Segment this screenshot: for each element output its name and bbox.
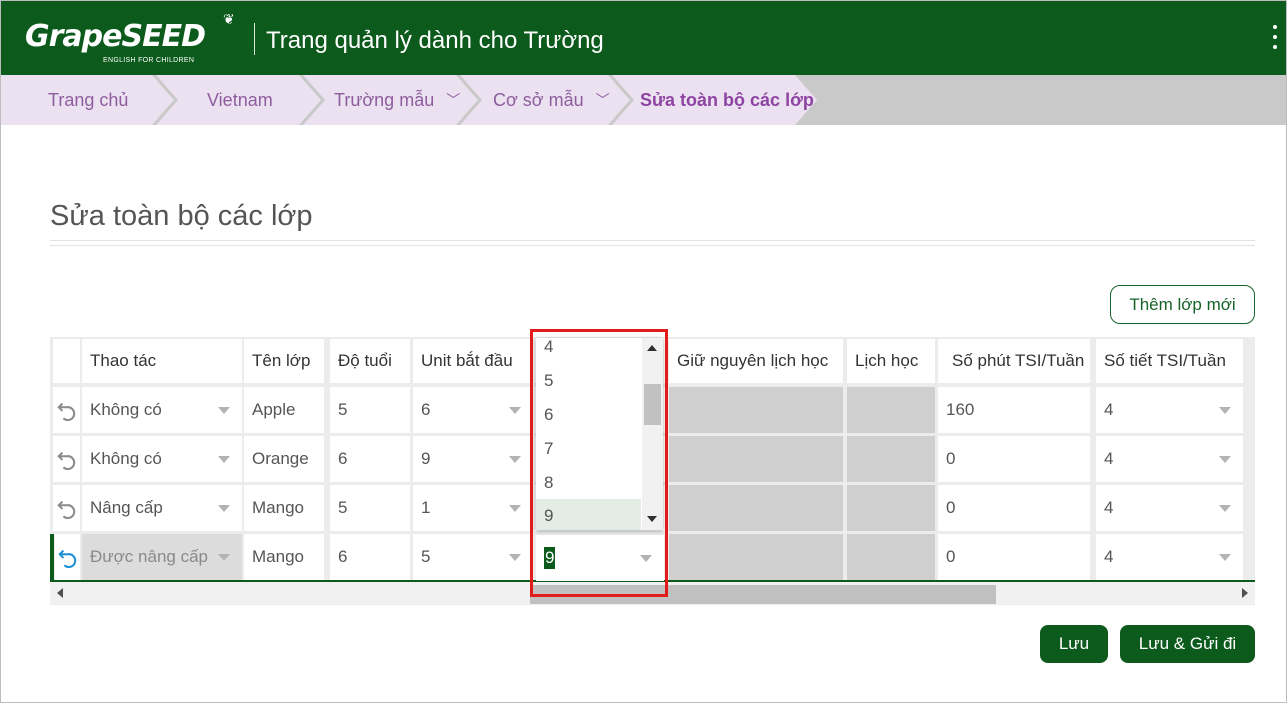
caret-down-icon: [509, 456, 521, 463]
unit-start-value: 5: [421, 547, 431, 566]
class-name-field[interactable]: Mango: [244, 485, 324, 531]
chevron-down-icon: ﹀: [446, 92, 461, 108]
schedule-cell: [847, 534, 935, 580]
unit-start-value: 6: [421, 400, 431, 419]
tsi-lessons-value: 4: [1104, 547, 1114, 566]
tsi-lessons-value: 4: [1104, 449, 1114, 468]
more-menu-icon[interactable]: [1272, 25, 1278, 49]
grid-header-action[interactable]: Thao tác: [82, 339, 242, 383]
age-field[interactable]: 6: [330, 436, 410, 482]
scroll-right-icon[interactable]: [1242, 588, 1248, 598]
breadcrumb-label: Vietnam: [207, 89, 273, 110]
grid-header-tsi-lessons[interactable]: Số tiết TSI/Tuần: [1096, 339, 1243, 383]
caret-down-icon: [509, 554, 521, 561]
breadcrumb-home[interactable]: Trang chủ: [1, 75, 174, 125]
tsi-lessons-value: 4: [1104, 400, 1114, 419]
caret-down-icon: [218, 456, 230, 463]
age-field[interactable]: 6: [330, 534, 410, 580]
keep-schedule-cell: [669, 534, 843, 580]
grid-header-undo: [53, 339, 80, 383]
keep-schedule-cell: [669, 436, 843, 482]
action-select[interactable]: Nâng cấp: [82, 485, 242, 531]
tsi-lessons-select[interactable]: 4: [1096, 387, 1243, 433]
undo-icon[interactable]: [53, 485, 80, 531]
caret-down-icon: [509, 407, 521, 414]
logo-subtitle: ENGLISH FOR CHILDREN: [103, 57, 195, 64]
undo-icon[interactable]: [53, 387, 80, 433]
class-name-field[interactable]: Orange: [244, 436, 324, 482]
leaf-icon: ❦: [223, 11, 235, 27]
breadcrumb-label: Trường mẫu: [334, 89, 435, 110]
breadcrumb-school[interactable]: Trường mẫu ﹀: [303, 75, 478, 125]
scroll-left-icon[interactable]: [57, 588, 63, 598]
schedule-cell: [847, 436, 935, 482]
tsi-minutes-field[interactable]: 160: [938, 387, 1090, 433]
breadcrumb-label: Sửa toàn bộ các lớp: [640, 89, 814, 110]
class-name-field[interactable]: Apple: [244, 387, 324, 433]
age-field[interactable]: 5: [330, 485, 410, 531]
page-title: Sửa toàn bộ các lớp: [50, 200, 313, 232]
tsi-minutes-field[interactable]: 0: [938, 534, 1090, 580]
action-value: Không có: [90, 449, 162, 468]
unit-start-select[interactable]: 6: [413, 387, 533, 433]
breadcrumb-current: Sửa toàn bộ các lớp: [612, 75, 817, 125]
breadcrumb-campus[interactable]: Cơ sở mẫu ﹀: [460, 75, 630, 125]
grapeseed-logo[interactable]: GrapeSEED ❦ ENGLISH FOR CHILDREN: [25, 11, 235, 64]
breadcrumb-label: Cơ sở mẫu: [493, 89, 584, 110]
breadcrumb-country[interactable]: Vietnam: [156, 75, 321, 125]
keep-schedule-cell: [669, 387, 843, 433]
title-divider: [50, 240, 1255, 246]
logo-text: GrapeSEED: [25, 19, 206, 54]
action-value: Không có: [90, 400, 162, 419]
tsi-lessons-select[interactable]: 4: [1096, 436, 1243, 482]
unit-start-select[interactable]: 5: [413, 534, 533, 580]
breadcrumb: Trang chủ Vietnam Trường mẫu ﹀ Cơ sở mẫu…: [1, 75, 1286, 125]
annotation-highlight-box: [530, 329, 668, 597]
unit-start-value: 1: [421, 498, 431, 517]
caret-down-icon: [509, 505, 521, 512]
tsi-lessons-value: 4: [1104, 498, 1114, 517]
grid-header-unit-start[interactable]: Unit bắt đầu: [413, 339, 533, 383]
active-row-marker: [50, 534, 54, 580]
undo-icon[interactable]: [53, 436, 80, 482]
class-name-field[interactable]: Mango: [244, 534, 324, 580]
save-button[interactable]: Lưu: [1040, 625, 1108, 663]
tsi-lessons-select[interactable]: 4: [1096, 485, 1243, 531]
schedule-cell: [847, 387, 935, 433]
tsi-minutes-field[interactable]: 0: [938, 436, 1090, 482]
caret-down-icon: [218, 407, 230, 414]
unit-start-select[interactable]: 9: [413, 436, 533, 482]
age-field[interactable]: 5: [330, 387, 410, 433]
chevron-down-icon: ﹀: [595, 92, 610, 108]
action-select[interactable]: Được nâng cấp: [82, 534, 242, 580]
caret-down-icon: [218, 554, 230, 561]
caret-down-icon: [1219, 407, 1231, 414]
keep-schedule-cell: [669, 485, 843, 531]
caret-down-icon: [218, 505, 230, 512]
header-divider: [254, 23, 255, 55]
grid-header-name[interactable]: Tên lớp: [244, 339, 324, 383]
caret-down-icon: [1219, 456, 1231, 463]
grid-header-schedule[interactable]: Lịch học: [847, 339, 935, 383]
save-and-send-button[interactable]: Lưu & Gửi đi: [1120, 625, 1255, 663]
app-title: Trang quản lý dành cho Trường: [266, 27, 604, 54]
action-select[interactable]: Không có: [82, 436, 242, 482]
app-header: GrapeSEED ❦ ENGLISH FOR CHILDREN Trang q…: [1, 1, 1286, 75]
unit-start-value: 9: [421, 449, 431, 468]
unit-start-select[interactable]: 1: [413, 485, 533, 531]
add-class-button[interactable]: Thêm lớp mới: [1110, 285, 1255, 324]
schedule-cell: [847, 485, 935, 531]
tsi-minutes-field[interactable]: 0: [938, 485, 1090, 531]
caret-down-icon: [1219, 554, 1231, 561]
action-value: Được nâng cấp: [90, 547, 208, 566]
grid-header-tsi-minutes[interactable]: Số phút TSI/Tuần: [938, 339, 1090, 383]
breadcrumb-label: Trang chủ: [48, 89, 129, 110]
caret-down-icon: [1219, 505, 1231, 512]
undo-icon[interactable]: [55, 534, 80, 580]
grid-header-keep-schedule[interactable]: Giữ nguyên lịch học: [669, 339, 843, 383]
action-select[interactable]: Không có: [82, 387, 242, 433]
grid-header-age[interactable]: Độ tuổi: [330, 339, 410, 383]
tsi-lessons-select[interactable]: 4: [1096, 534, 1243, 580]
action-value: Nâng cấp: [90, 498, 163, 517]
